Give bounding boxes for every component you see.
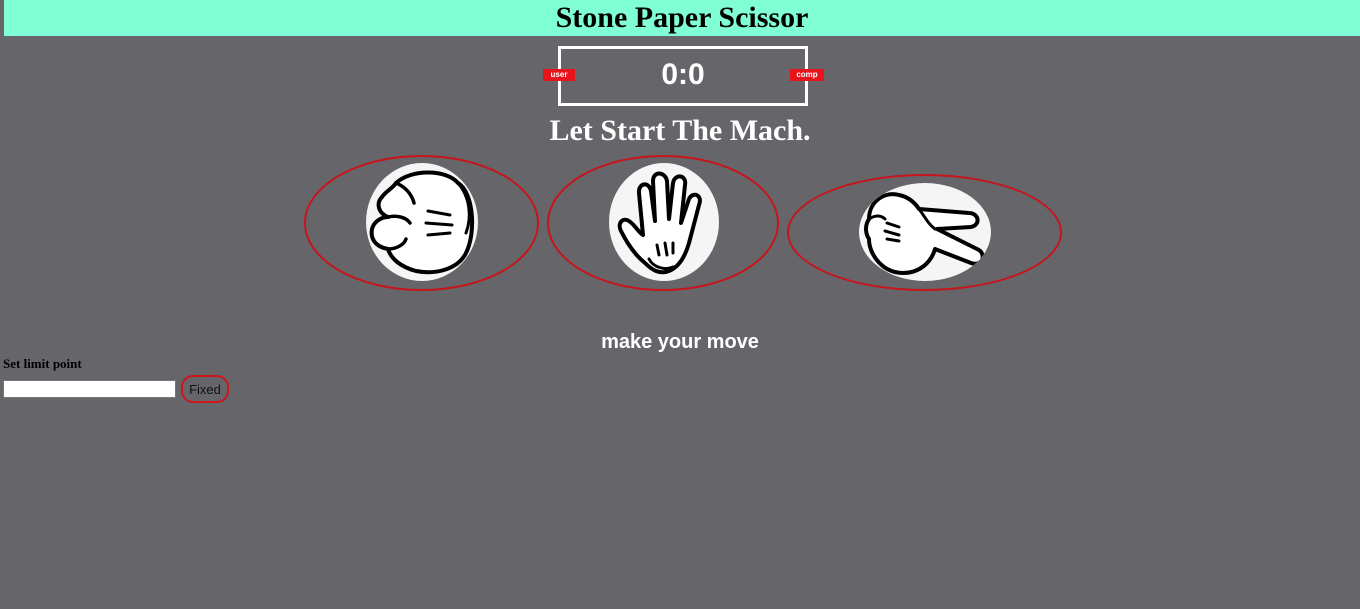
stone-choice-button[interactable] <box>304 155 539 291</box>
match-subtitle: Let Start The Mach. <box>549 114 811 147</box>
status-message: make your move <box>601 331 759 353</box>
scissor-hand-icon <box>859 183 991 281</box>
score-display: 0:0 <box>661 58 705 91</box>
paper-choice-button[interactable] <box>547 155 779 291</box>
open-hand-icon <box>609 163 719 281</box>
scissor-choice-button[interactable] <box>787 174 1062 291</box>
header-bar: Stone Paper Scissor <box>4 0 1360 36</box>
comp-score-tag: comp <box>790 69 824 81</box>
fixed-button[interactable]: Fixed <box>181 375 229 403</box>
page-title: Stone Paper Scissor <box>555 1 809 34</box>
limit-label: Set limit point <box>3 356 82 371</box>
limit-point-input[interactable] <box>3 380 176 398</box>
fist-icon <box>366 163 478 281</box>
scoreboard: user 0:0 comp <box>543 46 824 106</box>
